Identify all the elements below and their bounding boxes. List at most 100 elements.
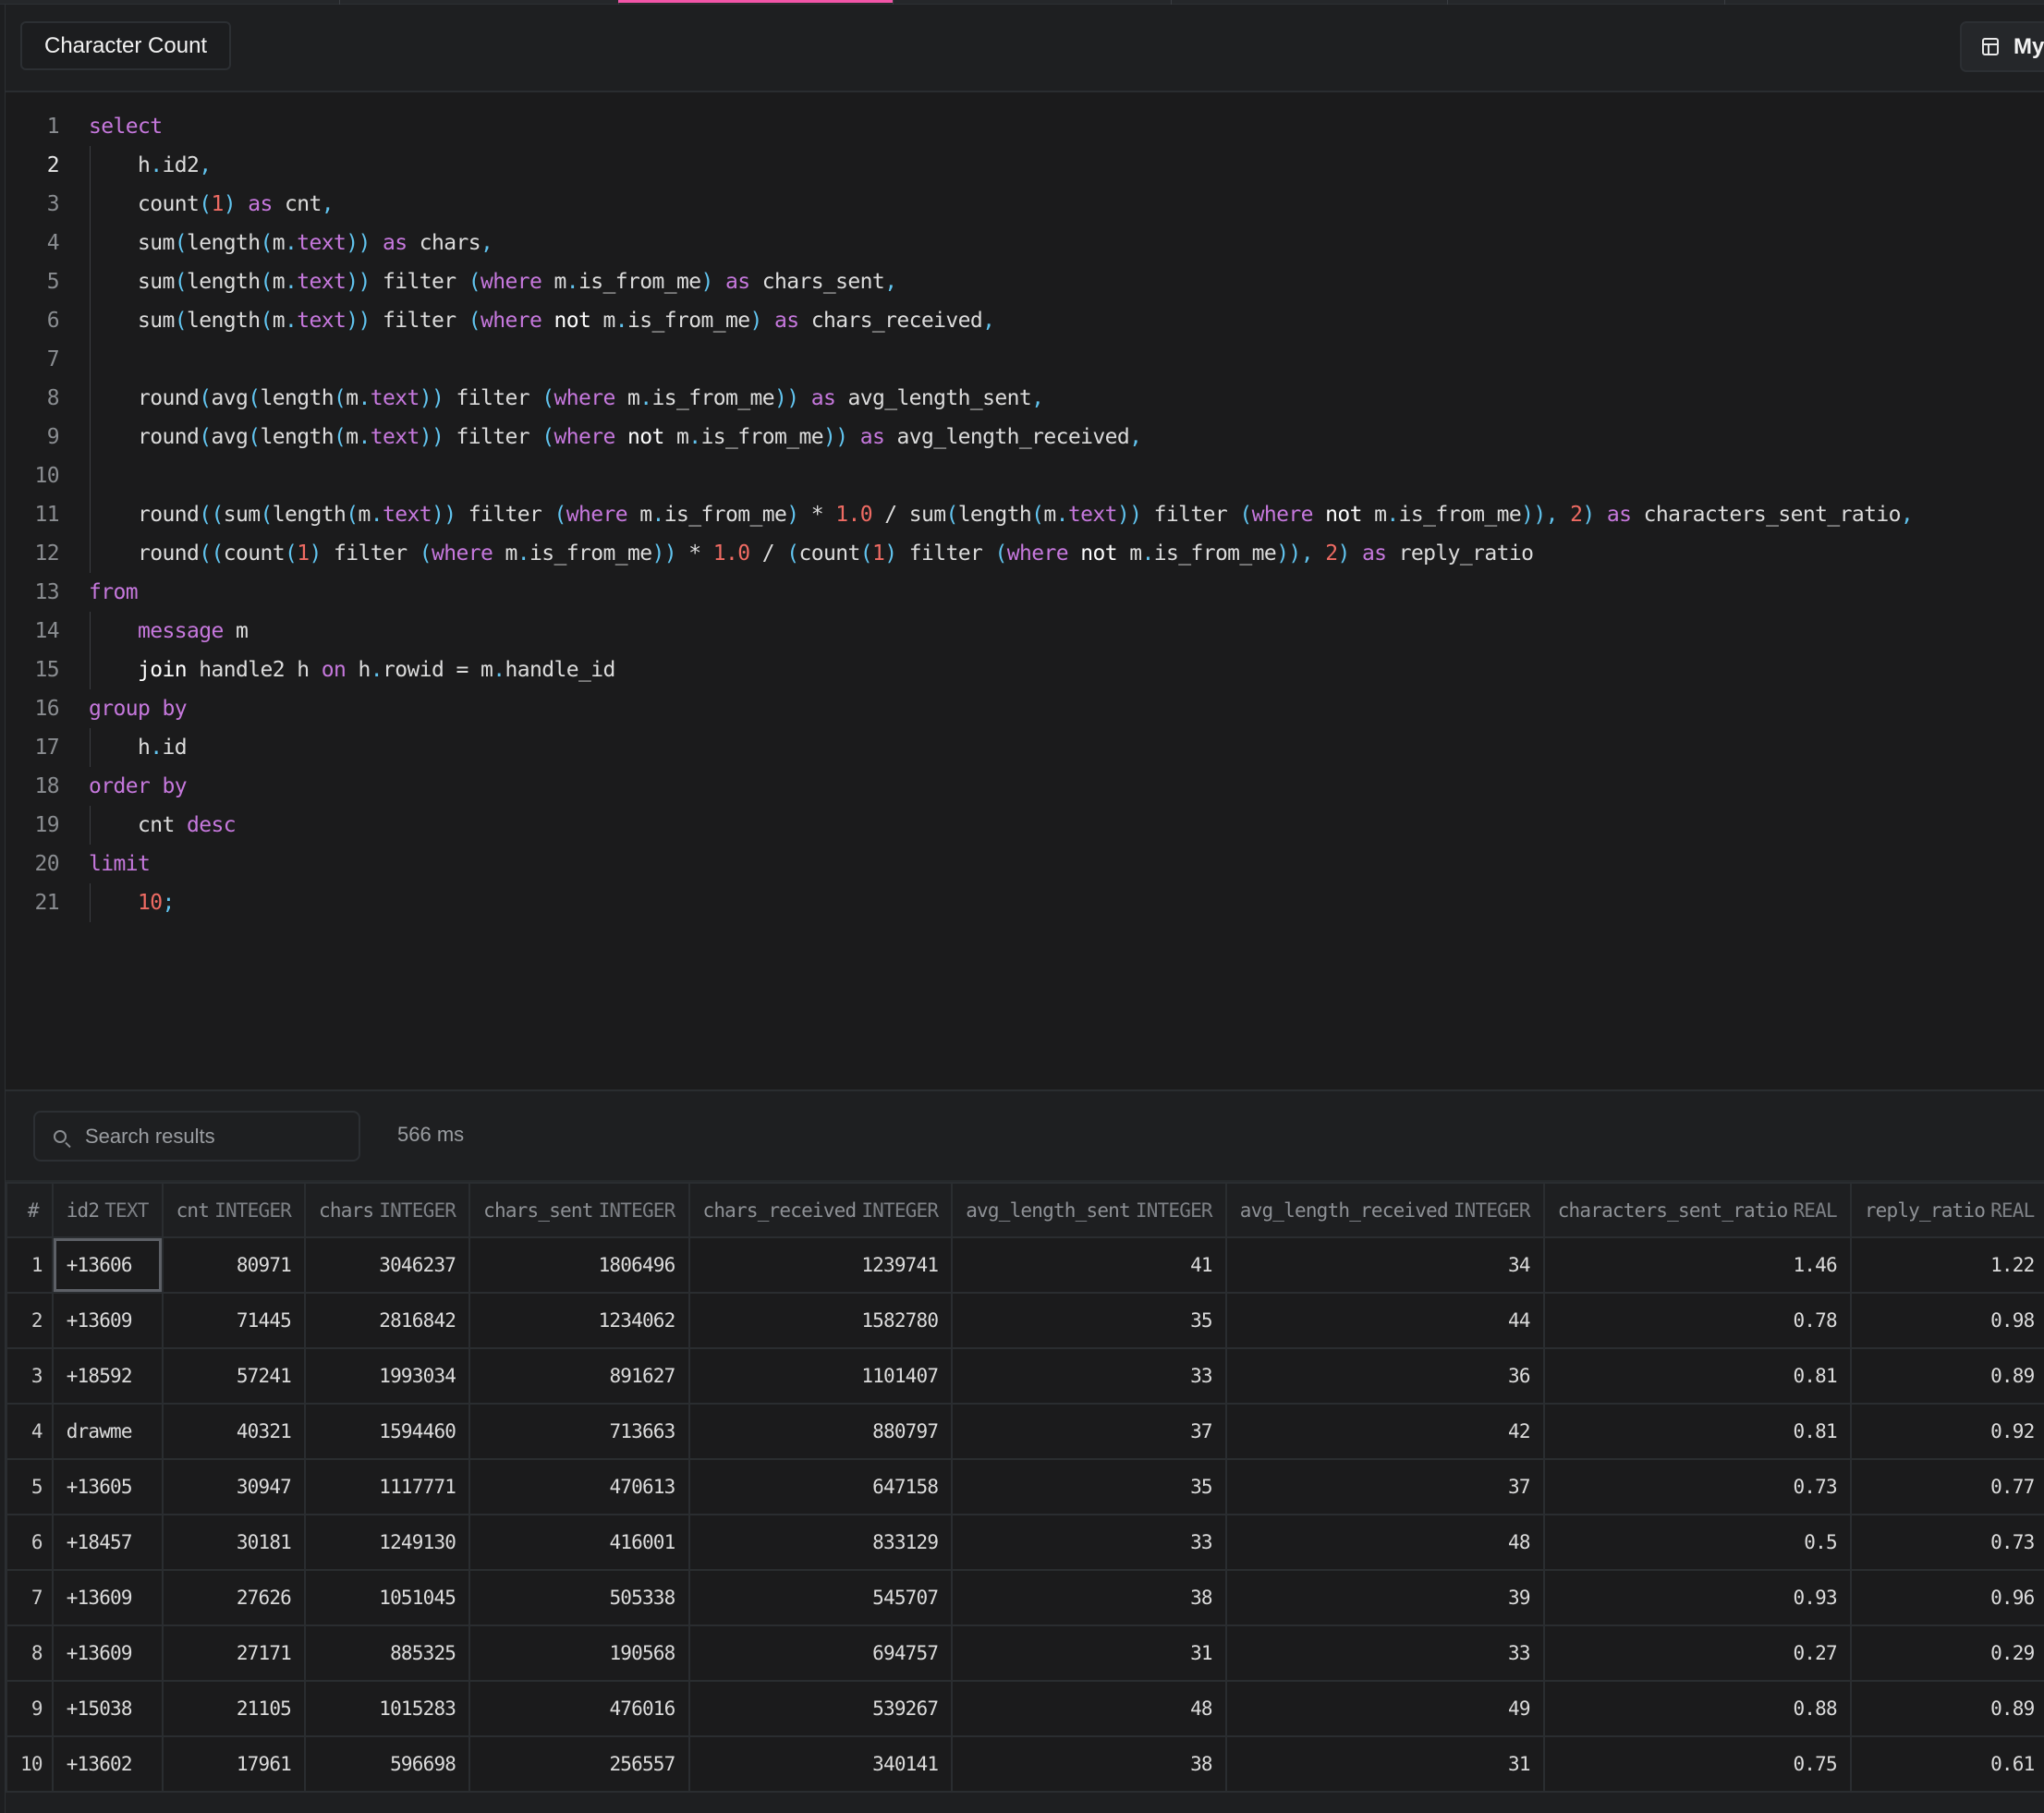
row-number[interactable]: 10 (6, 1735, 54, 1793)
code-line[interactable]: 1 select (6, 107, 2044, 146)
code-line[interactable]: 17 h.id (6, 728, 2044, 767)
cell-chars_received[interactable]: 1101407 (687, 1347, 954, 1405)
cell-chars[interactable]: 1249130 (304, 1514, 471, 1571)
row-number[interactable]: 6 (6, 1514, 54, 1571)
cell-cnt[interactable]: 80971 (161, 1236, 307, 1294)
code-line[interactable]: 3 count(1) as cnt, (6, 185, 2044, 224)
cell-reply_ratio[interactable]: 0.92 (1849, 1403, 2044, 1460)
cell-chars_received[interactable]: 880797 (687, 1403, 954, 1460)
cell-reply_ratio[interactable]: 0.73 (1849, 1514, 2044, 1571)
cell-reply_ratio[interactable]: 0.29 (1849, 1624, 2044, 1682)
cell-chars_sent[interactable]: 190568 (468, 1624, 690, 1682)
row-number[interactable]: 5 (6, 1458, 54, 1515)
cell-avg_length_sent[interactable]: 41 (951, 1236, 1227, 1294)
cell-chars[interactable]: 1117771 (304, 1458, 471, 1515)
cell-id2[interactable]: +13609 (51, 1569, 164, 1626)
cell-cnt[interactable]: 57241 (161, 1347, 307, 1405)
cell-cnt[interactable]: 40321 (161, 1403, 307, 1460)
cell-avg_length_received[interactable]: 37 (1224, 1458, 1545, 1515)
cell-chars_sent[interactable]: 713663 (468, 1403, 690, 1460)
cell-characters_sent_ratio[interactable]: 0.88 (1542, 1680, 1852, 1737)
cell-id2[interactable]: +13609 (51, 1292, 164, 1349)
cell-reply_ratio[interactable]: 0.89 (1849, 1347, 2044, 1405)
column-header-chars_received[interactable]: chars_received INTEGER (687, 1182, 954, 1238)
cell-chars_sent[interactable]: 416001 (468, 1514, 690, 1571)
cell-avg_length_received[interactable]: 33 (1224, 1624, 1545, 1682)
cell-chars_sent[interactable]: 476016 (468, 1680, 690, 1737)
row-number[interactable]: 7 (6, 1569, 54, 1626)
row-number[interactable]: 3 (6, 1347, 54, 1405)
cell-avg_length_sent[interactable]: 38 (951, 1735, 1227, 1793)
code-line[interactable]: 12 round((count(1) filter (where m.is_fr… (6, 534, 2044, 573)
cell-avg_length_sent[interactable]: 31 (951, 1624, 1227, 1682)
cell-chars_sent[interactable]: 505338 (468, 1569, 690, 1626)
cell-id2[interactable]: +13609 (51, 1624, 164, 1682)
cell-avg_length_sent[interactable]: 35 (951, 1292, 1227, 1349)
code-line[interactable]: 5 sum(length(m.text)) filter (where m.is… (6, 262, 2044, 301)
code-line[interactable]: 18 order by (6, 767, 2044, 806)
cell-reply_ratio[interactable]: 0.61 (1849, 1735, 2044, 1793)
cell-id2[interactable]: +13602 (51, 1735, 164, 1793)
column-header-avg_length_sent[interactable]: avg_length_sent INTEGER (951, 1182, 1227, 1238)
cell-id2[interactable]: +18592 (51, 1347, 164, 1405)
cell-avg_length_received[interactable]: 34 (1224, 1236, 1545, 1294)
code-line[interactable]: 15 join handle2 h on h.rowid = m.handle_… (6, 651, 2044, 689)
cell-id2[interactable]: +13605 (51, 1458, 164, 1515)
code-line[interactable]: 10 (6, 456, 2044, 495)
cell-chars_received[interactable]: 340141 (687, 1735, 954, 1793)
cell-chars_sent[interactable]: 1234062 (468, 1292, 690, 1349)
sql-editor[interactable]: 1 select 2 h.id2, 3 count(1) as cnt, 4 sum(l… (6, 92, 2044, 1089)
cell-avg_length_sent[interactable]: 38 (951, 1569, 1227, 1626)
cell-cnt[interactable]: 27626 (161, 1569, 307, 1626)
cell-avg_length_received[interactable]: 42 (1224, 1403, 1545, 1460)
cell-chars[interactable]: 1993034 (304, 1347, 471, 1405)
cell-characters_sent_ratio[interactable]: 0.78 (1542, 1292, 1852, 1349)
cell-avg_length_received[interactable]: 36 (1224, 1347, 1545, 1405)
cell-chars_received[interactable]: 694757 (687, 1624, 954, 1682)
code-line[interactable]: 20 limit (6, 845, 2044, 883)
cell-id2[interactable]: drawme (51, 1403, 164, 1460)
code-line[interactable]: 14 message m (6, 612, 2044, 651)
code-line[interactable]: 19 cnt desc (6, 806, 2044, 845)
cell-chars_received[interactable]: 539267 (687, 1680, 954, 1737)
column-header-rownum[interactable]: # (6, 1182, 54, 1238)
cell-cnt[interactable]: 30947 (161, 1458, 307, 1515)
code-line[interactable]: 9 round(avg(length(m.text)) filter (wher… (6, 418, 2044, 456)
cell-chars_sent[interactable]: 470613 (468, 1458, 690, 1515)
cell-cnt[interactable]: 21105 (161, 1680, 307, 1737)
cell-characters_sent_ratio[interactable]: 0.81 (1542, 1347, 1852, 1405)
code-line[interactable]: 4 sum(length(m.text)) as chars, (6, 224, 2044, 262)
cell-characters_sent_ratio[interactable]: 0.81 (1542, 1403, 1852, 1460)
column-header-chars_sent[interactable]: chars_sent INTEGER (468, 1182, 690, 1238)
cell-chars_received[interactable]: 647158 (687, 1458, 954, 1515)
cell-reply_ratio[interactable]: 0.89 (1849, 1680, 2044, 1737)
search-results-input[interactable] (83, 1123, 346, 1150)
row-number[interactable]: 1 (6, 1236, 54, 1294)
cell-chars[interactable]: 1594460 (304, 1403, 471, 1460)
column-header-characters_sent_ratio[interactable]: characters_sent_ratio REAL (1542, 1182, 1852, 1238)
column-header-reply_ratio[interactable]: reply_ratio REAL (1849, 1182, 2044, 1238)
cell-chars_received[interactable]: 1582780 (687, 1292, 954, 1349)
cell-avg_length_sent[interactable]: 35 (951, 1458, 1227, 1515)
cell-id2[interactable]: +13606 (51, 1236, 164, 1294)
cell-avg_length_received[interactable]: 48 (1224, 1514, 1545, 1571)
code-line[interactable]: 8 round(avg(length(m.text)) filter (wher… (6, 379, 2044, 418)
cell-chars_received[interactable]: 1239741 (687, 1236, 954, 1294)
cell-avg_length_received[interactable]: 39 (1224, 1569, 1545, 1626)
row-number[interactable]: 2 (6, 1292, 54, 1349)
row-number[interactable]: 9 (6, 1680, 54, 1737)
cell-chars[interactable]: 885325 (304, 1624, 471, 1682)
cell-chars[interactable]: 596698 (304, 1735, 471, 1793)
cell-reply_ratio[interactable]: 0.98 (1849, 1292, 2044, 1349)
code-line[interactable]: 16 group by (6, 689, 2044, 728)
code-line[interactable]: 21 10; (6, 883, 2044, 922)
view-layout-button[interactable]: My (1960, 21, 2044, 72)
cell-avg_length_sent[interactable]: 33 (951, 1347, 1227, 1405)
query-title-button[interactable]: Character Count (20, 21, 232, 70)
cell-cnt[interactable]: 27171 (161, 1624, 307, 1682)
search-results-field[interactable] (33, 1111, 360, 1162)
cell-avg_length_received[interactable]: 44 (1224, 1292, 1545, 1349)
cell-reply_ratio[interactable]: 0.96 (1849, 1569, 2044, 1626)
cell-reply_ratio[interactable]: 0.77 (1849, 1458, 2044, 1515)
code-line[interactable]: 2 h.id2, (6, 146, 2044, 185)
